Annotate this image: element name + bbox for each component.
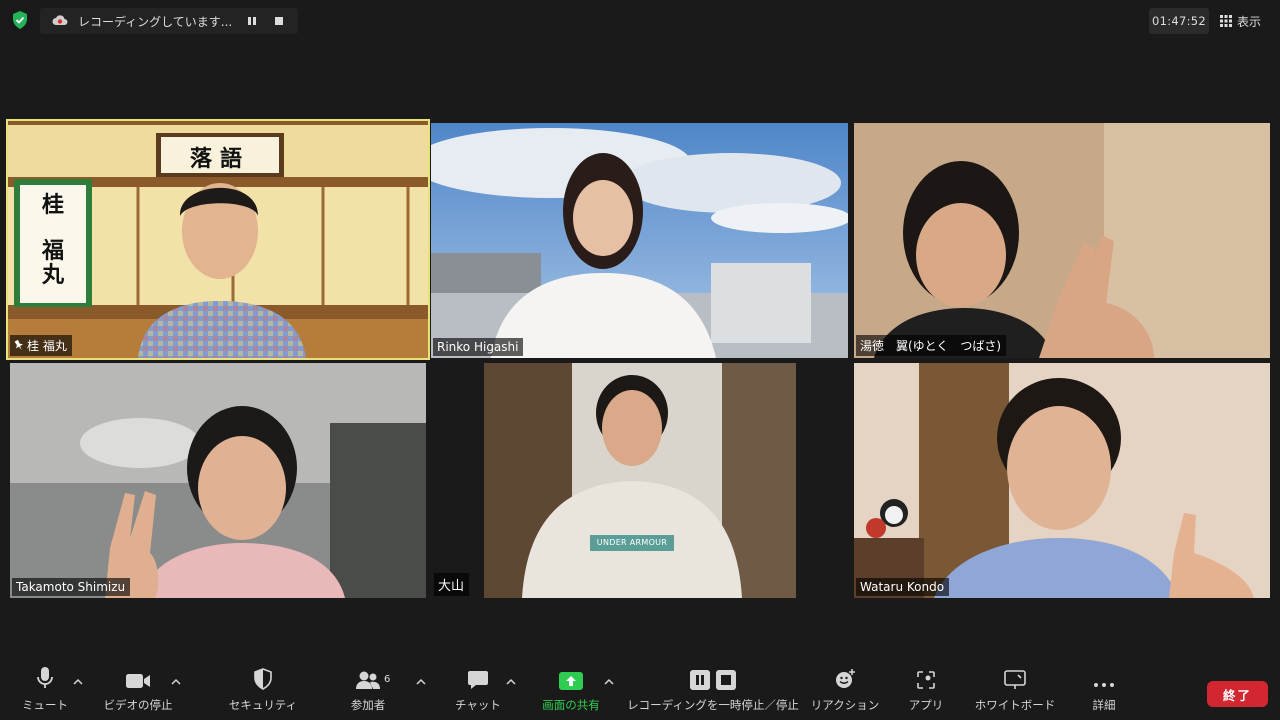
recording-label: レコーディングを一時停止／停止	[627, 698, 799, 712]
participant-name: Wataru Kondo	[860, 580, 945, 594]
video-tile-takamoto-shimizu[interactable]: Takamoto Shimizu	[10, 363, 426, 598]
video-label: ビデオの停止	[103, 698, 173, 712]
video-camera-icon	[126, 674, 150, 688]
reactions-label: リアクション	[810, 698, 880, 712]
apps-label: アプリ	[908, 698, 944, 712]
rakugo-banner-text: 落語	[189, 146, 250, 172]
video-tile-yutoku-tsubasa[interactable]: 湯徳 翼(ゆとく つばさ)	[854, 123, 1270, 358]
video-feed	[431, 123, 848, 358]
scroll-char-1: 桂	[41, 192, 64, 218]
meeting-timer: 01:47:52	[1149, 8, 1209, 34]
view-button[interactable]: 表示	[1220, 8, 1261, 34]
end-meeting-button[interactable]: 終了	[1207, 681, 1268, 707]
security-button[interactable]: セキュリティ	[228, 660, 298, 713]
stop-recording-icon	[716, 670, 736, 690]
participant-name-tag: Wataru Kondo	[856, 578, 950, 596]
video-tile-wataru-kondo[interactable]: Wataru Kondo	[854, 363, 1270, 598]
reactions-button[interactable]: リアクション	[810, 660, 880, 713]
grid-view-icon	[1220, 15, 1232, 27]
participant-name: 湯徳 翼(ゆとく つばさ)	[860, 339, 1002, 353]
participant-name-tag: 桂 福丸	[10, 335, 72, 356]
participants-label: 参加者	[350, 698, 386, 712]
whiteboard-button[interactable]: ホワイトボード	[972, 660, 1058, 713]
participant-name: 桂 福丸	[27, 339, 67, 353]
microphone-icon	[37, 667, 53, 688]
tshirt-logo-text: UNDER ARMOUR	[596, 538, 668, 547]
participant-name-tag: 湯徳 翼(ゆとく つばさ)	[856, 335, 1007, 356]
recording-status-text: レコーディングしています...	[78, 14, 233, 29]
chat-options-caret-icon[interactable]	[506, 678, 516, 686]
participant-name-tag: Takamoto Shimizu	[12, 578, 131, 596]
mute-label: ミュート	[22, 698, 68, 712]
more-label: 詳細	[1092, 698, 1116, 712]
participant-name: Takamoto Shimizu	[16, 580, 126, 594]
recording-control-button[interactable]: レコーディングを一時停止／停止	[624, 660, 802, 713]
video-tile-oyama[interactable]: UNDER ARMOUR 大山	[432, 363, 848, 598]
meeting-toolbar: ミュート ビデオの停止 セキュリティ 参加者 6 チャット 画面の共有 レコーデ…	[0, 660, 1280, 720]
video-feed	[484, 363, 796, 598]
participant-count: 6	[384, 674, 391, 685]
video-feed	[10, 363, 426, 598]
participant-name: 大山	[438, 579, 465, 594]
share-label: 画面の共有	[542, 698, 600, 712]
video-options-caret-icon[interactable]	[171, 678, 181, 686]
cloud-recording-icon	[52, 15, 68, 25]
scroll-char-3: 丸	[41, 262, 64, 288]
chat-label: チャット	[455, 698, 501, 712]
stop-video-button[interactable]: ビデオの停止	[100, 660, 176, 713]
participants-options-caret-icon[interactable]	[416, 678, 426, 686]
video-tile-rinko-higashi[interactable]: Rinko Higashi	[431, 123, 848, 358]
apps-button[interactable]: アプリ	[904, 660, 948, 713]
whiteboard-icon	[1004, 670, 1026, 689]
whiteboard-label: ホワイトボード	[974, 698, 1056, 712]
share-options-caret-icon[interactable]	[604, 678, 614, 686]
audio-options-caret-icon[interactable]	[73, 678, 83, 686]
more-dots-icon	[1094, 683, 1114, 687]
video-tile-katsura-fukumaru[interactable]: 落語 桂 福 丸 桂 福丸	[8, 121, 428, 358]
more-button[interactable]: 詳細	[1084, 660, 1124, 713]
pause-recording-icon	[690, 670, 710, 690]
recording-indicator: レコーディングしています...	[40, 8, 298, 34]
pause-recording-button[interactable]	[244, 13, 260, 29]
apps-icon	[917, 671, 935, 689]
shield-icon	[254, 668, 272, 690]
share-screen-button[interactable]: 画面の共有	[534, 660, 608, 713]
participant-name-tag: Rinko Higashi	[433, 338, 524, 356]
chat-button[interactable]: チャット	[453, 660, 503, 713]
chat-bubble-icon	[468, 671, 488, 689]
reaction-smiley-icon	[836, 669, 855, 688]
pin-icon	[14, 340, 23, 351]
security-shield-icon[interactable]	[12, 11, 28, 29]
scroll-char-2: 福	[41, 238, 64, 264]
security-label: セキュリティ	[228, 698, 298, 712]
stop-recording-button[interactable]	[271, 13, 287, 29]
stop-icon	[275, 17, 283, 25]
participants-button[interactable]: 参加者	[340, 660, 396, 713]
mute-button[interactable]: ミュート	[20, 660, 70, 713]
video-feed	[854, 123, 1270, 358]
view-label: 表示	[1237, 14, 1262, 29]
participants-icon	[356, 671, 380, 689]
participant-name-tag: 大山	[434, 573, 470, 596]
share-screen-icon	[559, 672, 583, 690]
participant-name: Rinko Higashi	[437, 340, 519, 354]
pause-icon	[248, 17, 256, 25]
video-feed	[854, 363, 1270, 598]
